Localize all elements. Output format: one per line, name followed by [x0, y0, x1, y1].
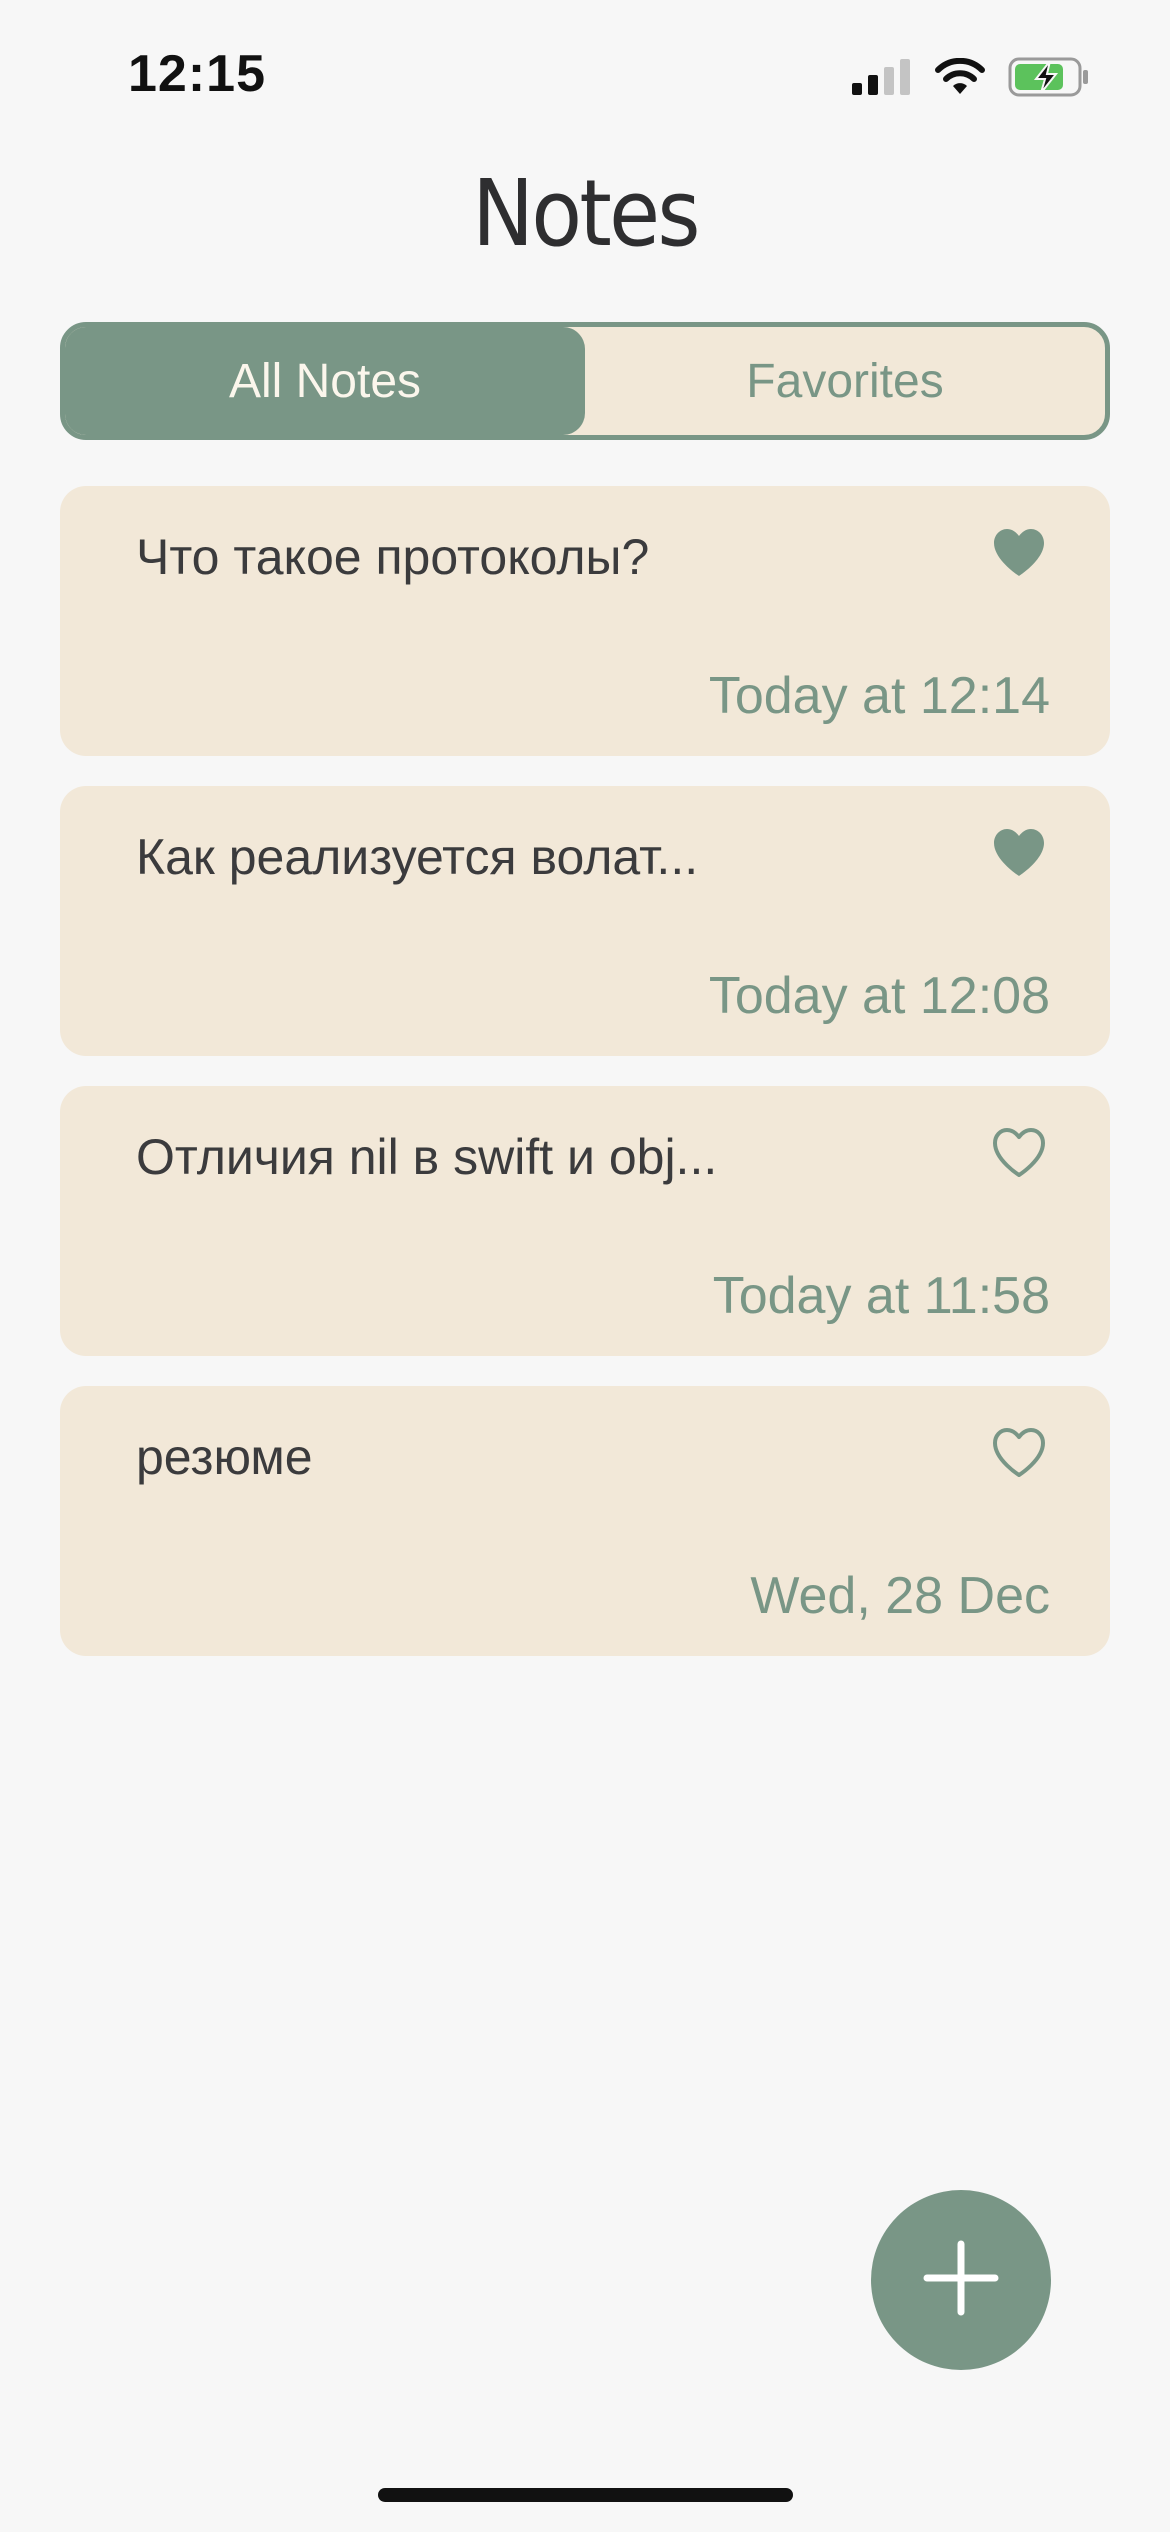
note-date: Today at 11:58 — [712, 1267, 1050, 1325]
status-time: 12:15 — [128, 45, 266, 103]
segmented-control: All Notes Favorites — [60, 322, 1110, 440]
note-title: Отличия nil в swift и obj... — [136, 1129, 718, 1185]
heart-filled-icon[interactable] — [990, 826, 1048, 880]
note-card[interactable]: резюме Wed, 28 Dec — [60, 1386, 1110, 1656]
note-title: резюме — [136, 1429, 313, 1485]
note-card[interactable]: Как реализуется волат... Today at 12:08 — [60, 786, 1110, 1056]
status-icons — [852, 52, 1090, 102]
note-date: Today at 12:14 — [708, 667, 1050, 725]
notes-list: Что такое протоколы? Today at 12:14 Как … — [60, 486, 1110, 1686]
heart-outline-icon[interactable] — [990, 1426, 1048, 1480]
note-title: Как реализуется волат... — [136, 829, 699, 885]
cellular-signal-icon — [852, 59, 912, 95]
note-date: Today at 12:08 — [708, 967, 1050, 1025]
note-card[interactable]: Что такое протоколы? Today at 12:14 — [60, 486, 1110, 756]
plus-icon — [923, 2240, 999, 2321]
add-note-button[interactable] — [871, 2190, 1051, 2370]
wifi-icon — [934, 58, 986, 96]
home-indicator[interactable] — [378, 2488, 793, 2502]
page-title: Notes — [472, 160, 700, 267]
note-date: Wed, 28 Dec — [750, 1567, 1050, 1625]
heart-outline-icon[interactable] — [990, 1126, 1048, 1180]
note-card[interactable]: Отличия nil в swift и obj... Today at 11… — [60, 1086, 1110, 1356]
tab-all-notes[interactable]: All Notes — [65, 327, 585, 435]
heart-filled-icon[interactable] — [990, 526, 1048, 580]
note-title: Что такое протоколы? — [136, 529, 650, 585]
battery-charging-icon — [1008, 57, 1090, 97]
tab-favorites[interactable]: Favorites — [585, 327, 1105, 435]
status-bar: 12:15 — [0, 0, 1170, 150]
